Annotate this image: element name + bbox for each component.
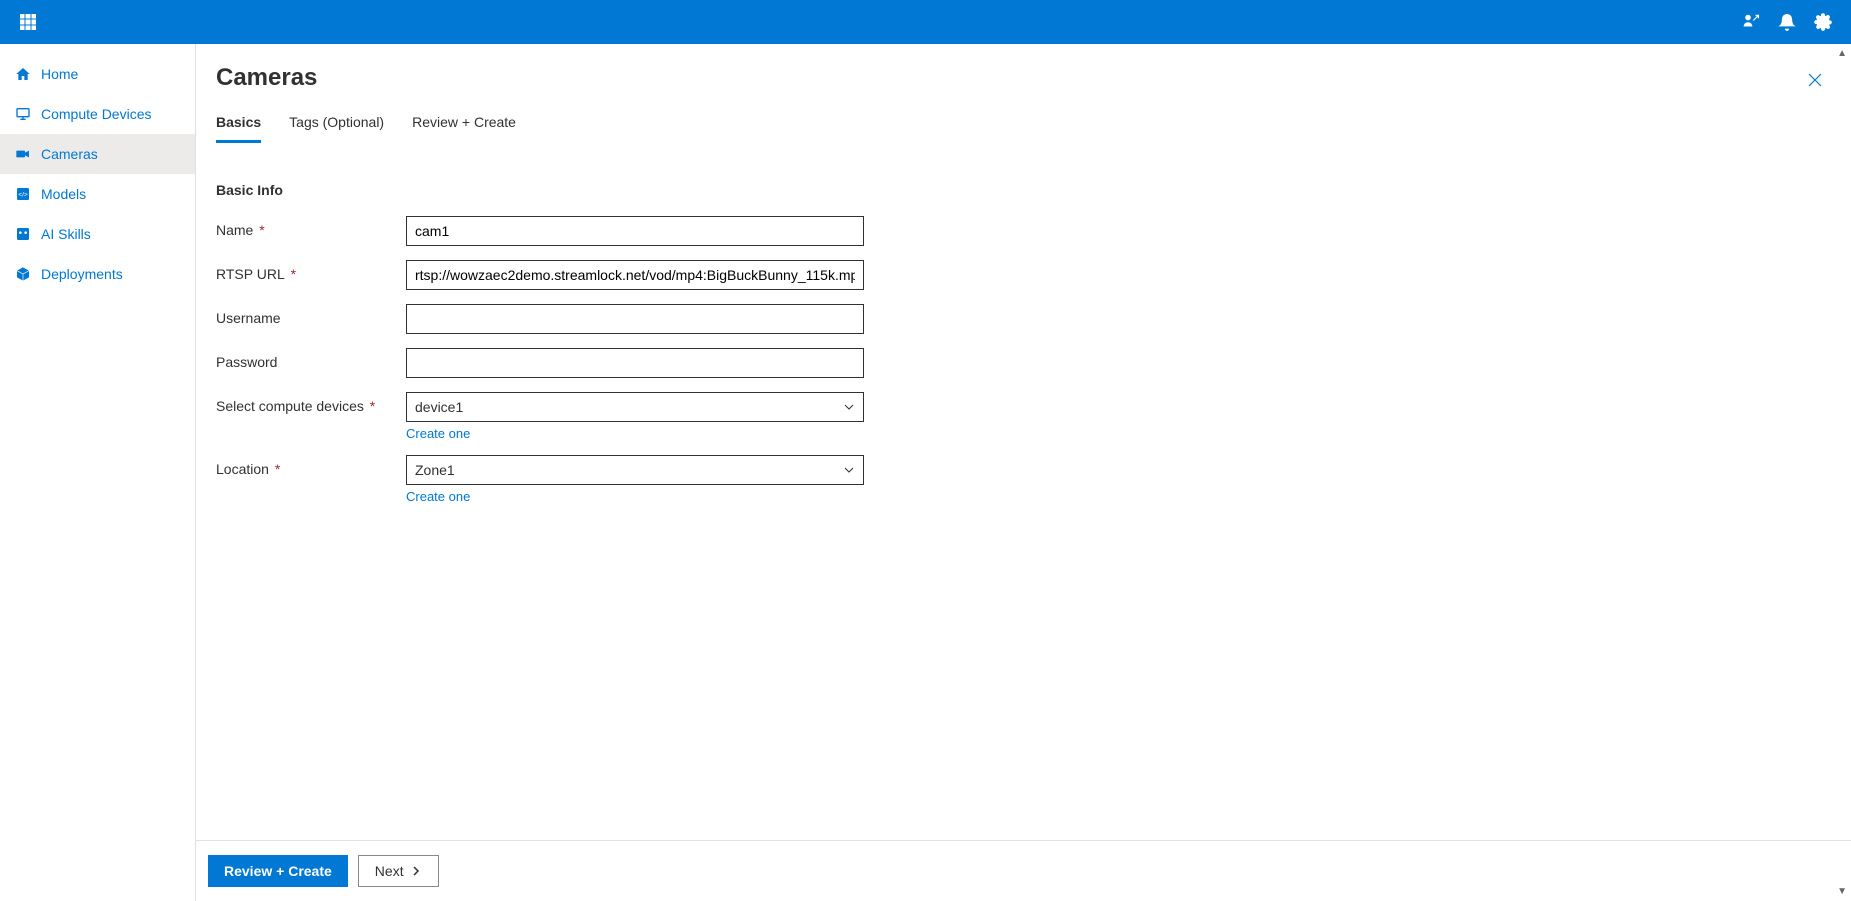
field-label: RTSP URL *: [216, 260, 406, 282]
button-label: Next: [375, 863, 404, 879]
location-select[interactable]: Zone1: [406, 455, 864, 485]
tabs: Basics Tags (Optional) Review + Create: [216, 110, 1831, 144]
chevron-right-icon: [410, 865, 422, 877]
button-label: Review + Create: [224, 863, 332, 879]
sidebar-item-home[interactable]: Home: [0, 54, 195, 94]
label-text: Location: [216, 461, 269, 477]
page-title: Cameras: [216, 64, 317, 92]
sidebar-item-label: Compute Devices: [41, 106, 152, 122]
field-compute-devices: Select compute devices * device1 Create …: [216, 392, 1831, 441]
field-password: Password: [216, 348, 1831, 378]
footer: Review + Create Next: [196, 840, 1851, 901]
select-value: device1: [415, 399, 463, 415]
sidebar-item-compute-devices[interactable]: Compute Devices: [0, 94, 195, 134]
sidebar-item-label: Deployments: [41, 266, 123, 282]
label-text: Username: [216, 310, 281, 326]
feedback-icon[interactable]: [1733, 0, 1769, 44]
main-panel: ▲ Cameras Basics Tags (Optional) Review …: [196, 44, 1851, 901]
field-label: Name *: [216, 216, 406, 238]
chevron-down-icon: [843, 401, 855, 413]
tab-tags[interactable]: Tags (Optional): [289, 110, 384, 143]
scroll-up-icon[interactable]: ▲: [1837, 48, 1847, 59]
top-bar: [0, 0, 1851, 44]
next-button[interactable]: Next: [358, 855, 439, 887]
sidebar: Home Compute Devices Cameras </> Models: [0, 44, 196, 901]
create-compute-device-link[interactable]: Create one: [406, 426, 470, 441]
sidebar-item-cameras[interactable]: Cameras: [0, 134, 195, 174]
name-input[interactable]: [406, 216, 864, 246]
required-marker: *: [287, 266, 296, 282]
sidebar-item-models[interactable]: </> Models: [0, 174, 195, 214]
field-label: Location *: [216, 455, 406, 477]
required-marker: *: [366, 398, 375, 414]
apps-waffle-icon[interactable]: [10, 0, 46, 44]
sidebar-item-label: AI Skills: [41, 226, 91, 242]
username-input[interactable]: [406, 304, 864, 334]
label-text: Select compute devices: [216, 398, 364, 414]
home-icon: [15, 66, 31, 82]
ai-skills-icon: [15, 226, 31, 242]
required-marker: *: [271, 461, 280, 477]
chevron-down-icon: [843, 464, 855, 476]
models-icon: </>: [15, 186, 31, 202]
review-create-button[interactable]: Review + Create: [208, 855, 348, 887]
sidebar-item-label: Home: [41, 66, 78, 82]
tab-review-create[interactable]: Review + Create: [412, 110, 516, 143]
label-text: Name: [216, 222, 253, 238]
field-username: Username: [216, 304, 1831, 334]
field-name: Name *: [216, 216, 1831, 246]
tab-basics[interactable]: Basics: [216, 110, 261, 143]
sidebar-item-label: Cameras: [41, 146, 98, 162]
sidebar-item-label: Models: [41, 186, 86, 202]
create-location-link[interactable]: Create one: [406, 489, 470, 504]
sidebar-item-ai-skills[interactable]: AI Skills: [0, 214, 195, 254]
compute-devices-icon: [15, 106, 31, 122]
notifications-icon[interactable]: [1769, 0, 1805, 44]
compute-devices-select[interactable]: device1: [406, 392, 864, 422]
field-rtsp-url: RTSP URL *: [216, 260, 1831, 290]
password-input[interactable]: [406, 348, 864, 378]
required-marker: *: [255, 222, 264, 238]
rtsp-url-input[interactable]: [406, 260, 864, 290]
close-icon[interactable]: [1799, 64, 1831, 96]
scroll-down-icon[interactable]: ▼: [1837, 886, 1847, 897]
select-value: Zone1: [415, 462, 455, 478]
label-text: RTSP URL: [216, 266, 285, 282]
field-location: Location * Zone1 Create one: [216, 455, 1831, 504]
field-label: Select compute devices *: [216, 392, 406, 414]
field-label: Password: [216, 348, 406, 370]
section-title: Basic Info: [216, 182, 1831, 198]
deployments-icon: [15, 266, 31, 282]
sidebar-item-deployments[interactable]: Deployments: [0, 254, 195, 294]
cameras-icon: [15, 146, 31, 162]
field-label: Username: [216, 304, 406, 326]
settings-icon[interactable]: [1805, 0, 1841, 44]
label-text: Password: [216, 354, 277, 370]
svg-text:</>: </>: [18, 192, 28, 199]
